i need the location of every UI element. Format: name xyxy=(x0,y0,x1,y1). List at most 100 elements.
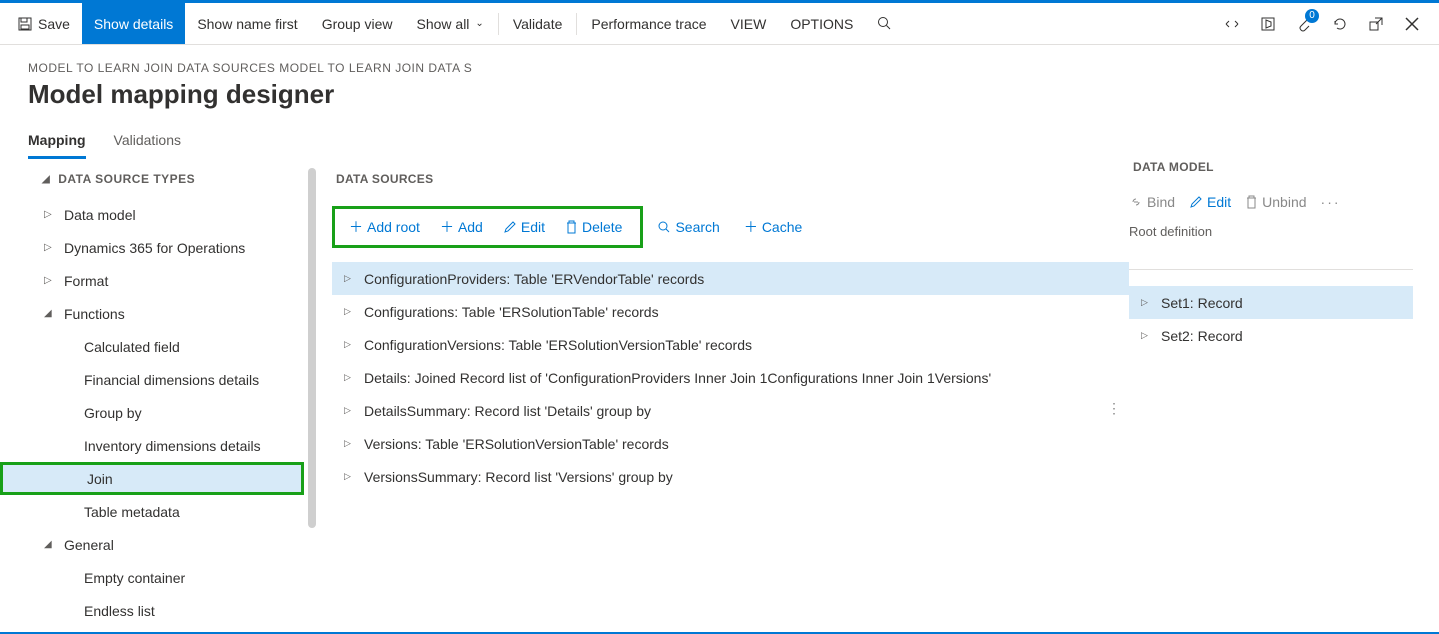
data-source-label: Details: Joined Record list of 'Configur… xyxy=(364,370,991,386)
tree-item[interactable]: Calculated field xyxy=(44,330,320,363)
attach-icon[interactable]: 0 xyxy=(1295,15,1313,33)
search-icon xyxy=(657,220,671,234)
plus-icon: ＋ xyxy=(440,217,454,237)
tree-item[interactable]: Empty container xyxy=(44,561,320,594)
tree-item-label: Group by xyxy=(84,405,142,421)
data-source-label: DetailsSummary: Record list 'Details' gr… xyxy=(364,403,651,419)
options-button[interactable]: OPTIONS xyxy=(778,3,865,44)
show-name-first-button[interactable]: Show name first xyxy=(185,3,309,44)
expand-icon: ▷ xyxy=(344,372,354,383)
data-source-label: VersionsSummary: Record list 'Versions' … xyxy=(364,469,673,485)
show-all-dropdown[interactable]: Show all ⌄ xyxy=(405,3,496,44)
page-title: Model mapping designer xyxy=(28,79,1411,110)
divider xyxy=(1129,269,1413,270)
scrollbar-thumb[interactable] xyxy=(308,168,316,528)
perf-trace-label: Performance trace xyxy=(591,16,706,32)
view-button[interactable]: VIEW xyxy=(719,3,779,44)
data-source-label: Configurations: Table 'ERSolutionTable' … xyxy=(364,304,659,320)
expand-icon: ▷ xyxy=(1141,297,1151,308)
add-root-button[interactable]: ＋ Add root xyxy=(339,213,430,241)
close-icon[interactable] xyxy=(1403,15,1421,33)
tree-item[interactable]: ◢Functions xyxy=(44,297,320,330)
tree-item[interactable]: Join xyxy=(0,462,304,495)
toolbar-right: 0 xyxy=(1223,15,1439,33)
tree-item[interactable]: ▷Data model xyxy=(44,198,320,231)
left-header[interactable]: ◢ DATA SOURCE TYPES xyxy=(0,160,320,198)
tree-item-label: Functions xyxy=(64,306,125,322)
expand-icon: ▷ xyxy=(344,339,354,350)
tree-item-label: Endless list xyxy=(84,603,155,619)
group-view-button[interactable]: Group view xyxy=(310,3,405,44)
data-source-label: ConfigurationProviders: Table 'ERVendorT… xyxy=(364,271,704,287)
crud-actions-group: ＋ Add root ＋ Add Edit Delete xyxy=(332,206,643,248)
tree-item[interactable]: ▷Format xyxy=(44,264,320,297)
data-source-row[interactable]: ▷ Details: Joined Record list of 'Configu… xyxy=(332,361,1129,394)
edit-button[interactable]: Edit xyxy=(1189,194,1231,210)
edit-label: Edit xyxy=(1207,194,1231,210)
bind-button[interactable]: Bind xyxy=(1129,194,1175,210)
expand-icon: ▷ xyxy=(344,405,354,416)
panel-drag-handle[interactable]: ⋮ xyxy=(1107,400,1121,417)
show-details-button[interactable]: Show details xyxy=(82,3,185,44)
perf-trace-button[interactable]: Performance trace xyxy=(579,3,718,44)
save-label: Save xyxy=(38,16,70,32)
show-all-label: Show all xyxy=(417,16,470,32)
tree-item[interactable]: Endless list xyxy=(44,594,320,627)
data-source-row[interactable]: ▷ ConfigurationVersions: Table 'ERSolutio… xyxy=(332,328,1129,361)
tabs: Mapping Validations xyxy=(0,132,1439,160)
data-source-label: ConfigurationVersions: Table 'ERSolution… xyxy=(364,337,752,353)
left-header-label: DATA SOURCE TYPES xyxy=(58,172,195,186)
cache-button[interactable]: ＋ Cache xyxy=(734,213,812,241)
save-button[interactable]: Save xyxy=(6,3,82,44)
data-source-row[interactable]: ▷Versions: Table 'ERSolutionVersionTable… xyxy=(332,427,1129,460)
unbind-button[interactable]: Unbind xyxy=(1245,194,1306,210)
data-model-label: Set1: Record xyxy=(1161,295,1243,311)
expand-icon: ▷ xyxy=(344,471,354,482)
tree-item[interactable]: ◢General xyxy=(44,528,320,561)
search-button[interactable]: Search xyxy=(647,215,729,239)
popout-icon[interactable] xyxy=(1367,15,1385,33)
data-model-row[interactable]: ▷Set2: Record xyxy=(1129,319,1413,352)
add-button[interactable]: ＋ Add xyxy=(430,213,493,241)
link-icon xyxy=(1129,195,1143,209)
expand-icon: ▷ xyxy=(344,306,354,317)
tab-mapping[interactable]: Mapping xyxy=(28,132,86,159)
office-icon[interactable] xyxy=(1259,15,1277,33)
dev-icon[interactable] xyxy=(1223,15,1241,33)
tree-item[interactable]: ▷Dynamics 365 for Operations xyxy=(44,231,320,264)
top-toolbar: Save Show details Show name first Group … xyxy=(0,3,1439,45)
tree-item-label: Calculated field xyxy=(84,339,180,355)
tree-item-label: Empty container xyxy=(84,570,185,586)
data-source-row[interactable]: ▷ Configurations: Table 'ERSolutionTable'… xyxy=(332,295,1129,328)
tree-item-label: Dynamics 365 for Operations xyxy=(64,240,245,256)
edit-button[interactable]: Edit xyxy=(493,215,555,239)
data-source-row[interactable]: ▷ VersionsSummary: Record list 'Versions'… xyxy=(332,460,1129,493)
plus-icon: ＋ xyxy=(349,217,363,237)
tree-item[interactable]: Financial dimensions details xyxy=(44,363,320,396)
validate-label: Validate xyxy=(513,16,563,32)
view-label: VIEW xyxy=(731,16,767,32)
refresh-icon[interactable] xyxy=(1331,15,1349,33)
unbind-label: Unbind xyxy=(1262,194,1306,210)
tree-item[interactable]: Inventory dimensions details xyxy=(44,429,320,462)
separator xyxy=(576,13,577,35)
tree-item-label: Data model xyxy=(64,207,136,223)
data-source-row[interactable]: ▷ DetailsSummary: Record list 'Details' g… xyxy=(332,394,1129,427)
search-button[interactable] xyxy=(865,3,904,44)
more-button[interactable]: ··· xyxy=(1321,194,1341,210)
data-source-row[interactable]: ▷ConfigurationProviders: Table 'ERVendor… xyxy=(332,262,1129,295)
tab-validations[interactable]: Validations xyxy=(114,132,181,159)
group-view-label: Group view xyxy=(322,16,393,32)
tree-item-label: Financial dimensions details xyxy=(84,372,259,388)
validate-button[interactable]: Validate xyxy=(501,3,575,44)
data-model-row[interactable]: ▷ Set1: Record xyxy=(1129,286,1413,319)
delete-button[interactable]: Delete xyxy=(555,215,632,239)
root-definition-label: Root definition xyxy=(1129,224,1413,239)
tree-item[interactable]: Group by xyxy=(44,396,320,429)
tree-item-label: Table metadata xyxy=(84,504,180,520)
delete-label: Delete xyxy=(582,219,622,235)
tree-item-label: Join xyxy=(87,471,113,487)
data-model-label: Set2: Record xyxy=(1161,328,1243,344)
data-source-types-panel: ◢ DATA SOURCE TYPES ▷Data model▷Dynamics… xyxy=(0,160,320,634)
tree-item[interactable]: Table metadata xyxy=(44,495,320,528)
